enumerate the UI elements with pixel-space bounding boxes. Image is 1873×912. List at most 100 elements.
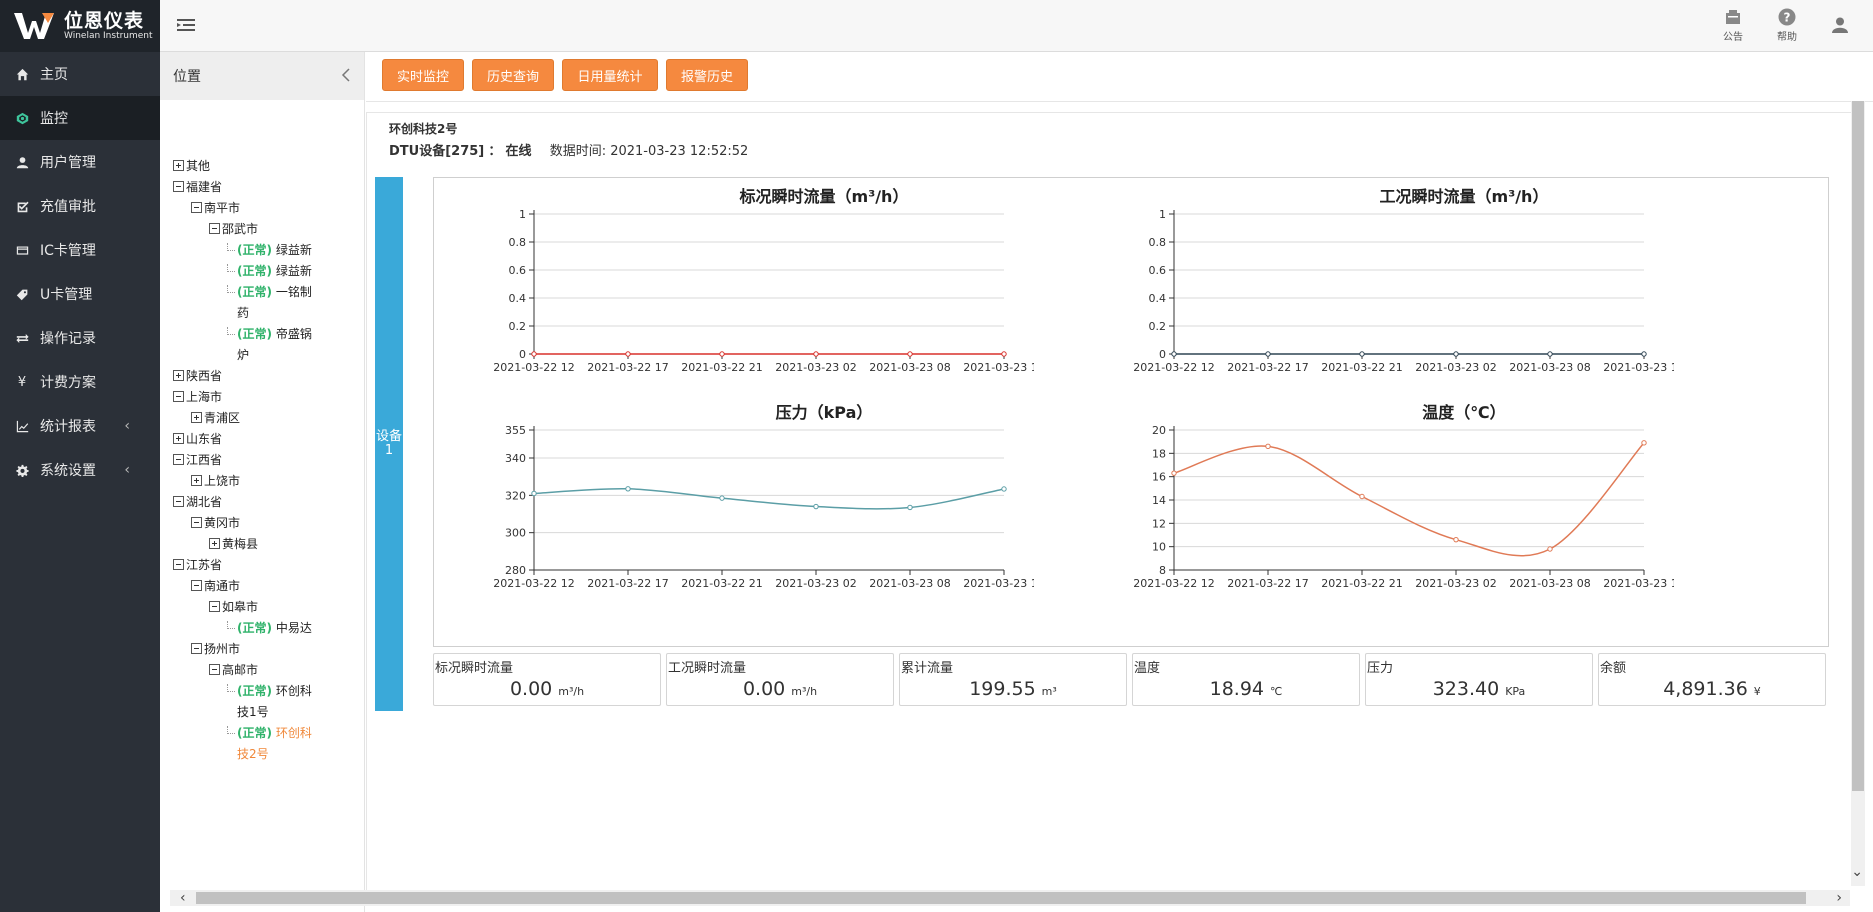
tree-leaf-device[interactable]: (正常) 环创科 [227,683,312,699]
tree-node[interactable]: 上海市 [173,389,222,405]
tree-node[interactable]: 其他 [173,158,210,174]
tree-node[interactable]: 南平市 [191,200,240,216]
tree-leaf-device[interactable]: (正常) 绿益新 [227,242,312,258]
brand-name-en: Winelan Instrument [64,30,153,41]
collapse-icon[interactable] [173,496,184,507]
tree-node[interactable]: 邵武市 [209,221,258,237]
tree-node[interactable]: 江苏省 [173,557,222,573]
sidebar-item-settings[interactable]: 系统设置 ‹ [0,448,160,492]
vertical-scrollbar[interactable] [1851,101,1865,886]
metric-card-standard-flow: 标况瞬时流量 0.00 m³/h [433,653,661,706]
expand-icon[interactable] [173,370,184,381]
expand-icon[interactable] [191,412,202,423]
scroll-left-icon[interactable]: ‹ [180,890,186,906]
data-point [1547,351,1553,357]
help-label: 帮助 [1777,32,1797,43]
horizontal-scrollbar[interactable]: ‹ › [170,890,1850,906]
sidebar-item-operation-log[interactable]: 操作记录 [0,316,160,360]
tree-leaf-device-selected[interactable]: (正常) 环创科 [227,725,312,741]
menu-toggle-icon[interactable] [174,15,198,37]
tree-leaf-device[interactable]: (正常) 帝盛锅 [227,326,312,342]
tree-node[interactable]: 扬州市 [191,641,240,657]
location-panel-title: 位置 [173,69,201,85]
tab-history-query[interactable]: 历史查询 [472,59,554,91]
collapse-icon[interactable] [191,517,202,528]
sidebar-item-recharge[interactable]: 充值审批 [0,184,160,228]
chart-title: 标况瞬时流量（m³/h） [739,187,909,206]
sidebar-item-billing[interactable]: ¥ 计费方案 [0,360,160,404]
metric-unit: m³/h [558,685,585,698]
tree-node[interactable]: 青浦区 [191,410,240,426]
expand-icon[interactable] [191,475,202,486]
tree-leaf-device[interactable]: (正常) 一铭制 [227,284,312,300]
announcement-button[interactable]: 公告 [1713,8,1753,43]
y-tick-label: 16 [1152,471,1166,484]
help-icon: ? [1778,8,1796,26]
status-badge: (正常) [237,243,272,257]
y-tick-label: 0.4 [509,292,527,305]
tree-node[interactable]: 湖北省 [173,494,222,510]
tree-node[interactable]: 如皋市 [209,599,258,615]
collapse-icon[interactable] [191,643,202,654]
collapse-icon[interactable] [173,454,184,465]
sidebar-item-home[interactable]: 主页 [0,52,160,96]
tree-node[interactable]: 江西省 [173,452,222,468]
data-point [625,486,631,492]
collapse-icon[interactable] [209,664,220,675]
tab-realtime-monitor[interactable]: 实时监控 [382,59,464,91]
x-tick-label: 2021-03-23 12 [963,361,1034,374]
scroll-right-icon[interactable]: › [1836,890,1842,906]
collapse-icon[interactable] [209,223,220,234]
data-time-value: 2021-03-23 12:52:52 [610,144,749,159]
user-menu-button[interactable] [1820,16,1860,36]
chevron-left-icon: ‹ [124,462,130,478]
status-badge: (正常) [237,264,272,278]
sidebar-item-u-card[interactable]: U卡管理 [0,272,160,316]
sidebar-item-monitor[interactable]: 监控 [0,96,160,140]
y-tick-label: 8 [1159,564,1166,577]
collapse-panel-icon[interactable] [338,66,354,84]
tree-leaf-device[interactable]: (正常) 中易达 [227,620,312,636]
tree-node[interactable]: 福建省 [173,179,222,195]
tab-alarm-history[interactable]: 报警历史 [666,59,748,91]
tree-node[interactable]: 山东省 [173,431,222,447]
expand-icon[interactable] [173,433,184,444]
horizontal-scroll-thumb[interactable] [196,892,1806,904]
y-tick-label: 0.4 [1149,292,1167,305]
tag-icon [14,286,30,302]
sidebar-item-reports[interactable]: 统计报表 ‹ [0,404,160,448]
vertical-scroll-thumb[interactable] [1852,101,1864,791]
y-tick-label: 0.8 [1149,236,1167,249]
collapse-icon[interactable] [209,601,220,612]
help-button[interactable]: ? 帮助 [1767,8,1807,43]
scroll-down-icon[interactable]: ⌄ [1851,864,1863,880]
collapse-icon[interactable] [173,559,184,570]
x-tick-label: 2021-03-23 02 [775,361,856,374]
tab-daily-usage[interactable]: 日用量统计 [562,59,658,91]
tree-node[interactable]: 陕西省 [173,368,222,384]
tree-node[interactable]: 上饶市 [191,473,240,489]
collapse-icon[interactable] [191,580,202,591]
tree-node[interactable]: 南通市 [191,578,240,594]
device-tab[interactable]: 设备1 [375,177,403,711]
tree-node[interactable]: 黄冈市 [191,515,240,531]
collapse-icon[interactable] [173,391,184,402]
sidebar-item-label: 主页 [40,67,68,83]
collapse-icon[interactable] [173,181,184,192]
sidebar-item-ic-card[interactable]: IC卡管理 [0,228,160,272]
status-badge: (正常) [237,684,272,698]
sidebar-item-users[interactable]: 用户管理 [0,140,160,184]
yen-icon: ¥ [17,374,27,390]
sidebar-item-label: 操作记录 [40,331,96,347]
tree-leaf-device[interactable]: (正常) 绿益新 [227,263,312,279]
x-tick-label: 2021-03-22 12 [1134,577,1215,590]
metric-unit: ℃ [1270,685,1283,698]
location-panel: 位置 其他 福建省 南平市 邵武市 (正常) 绿益新 (正常) 绿益新 (正常)… [160,52,365,912]
expand-icon[interactable] [209,538,220,549]
collapse-icon[interactable] [191,202,202,213]
tree-node[interactable]: 黄梅县 [209,536,258,552]
expand-icon[interactable] [173,160,184,171]
tree-node[interactable]: 高邮市 [209,662,258,678]
logo: 位恩仪表 Winelan Instrument [0,0,160,52]
data-point [1265,351,1271,357]
